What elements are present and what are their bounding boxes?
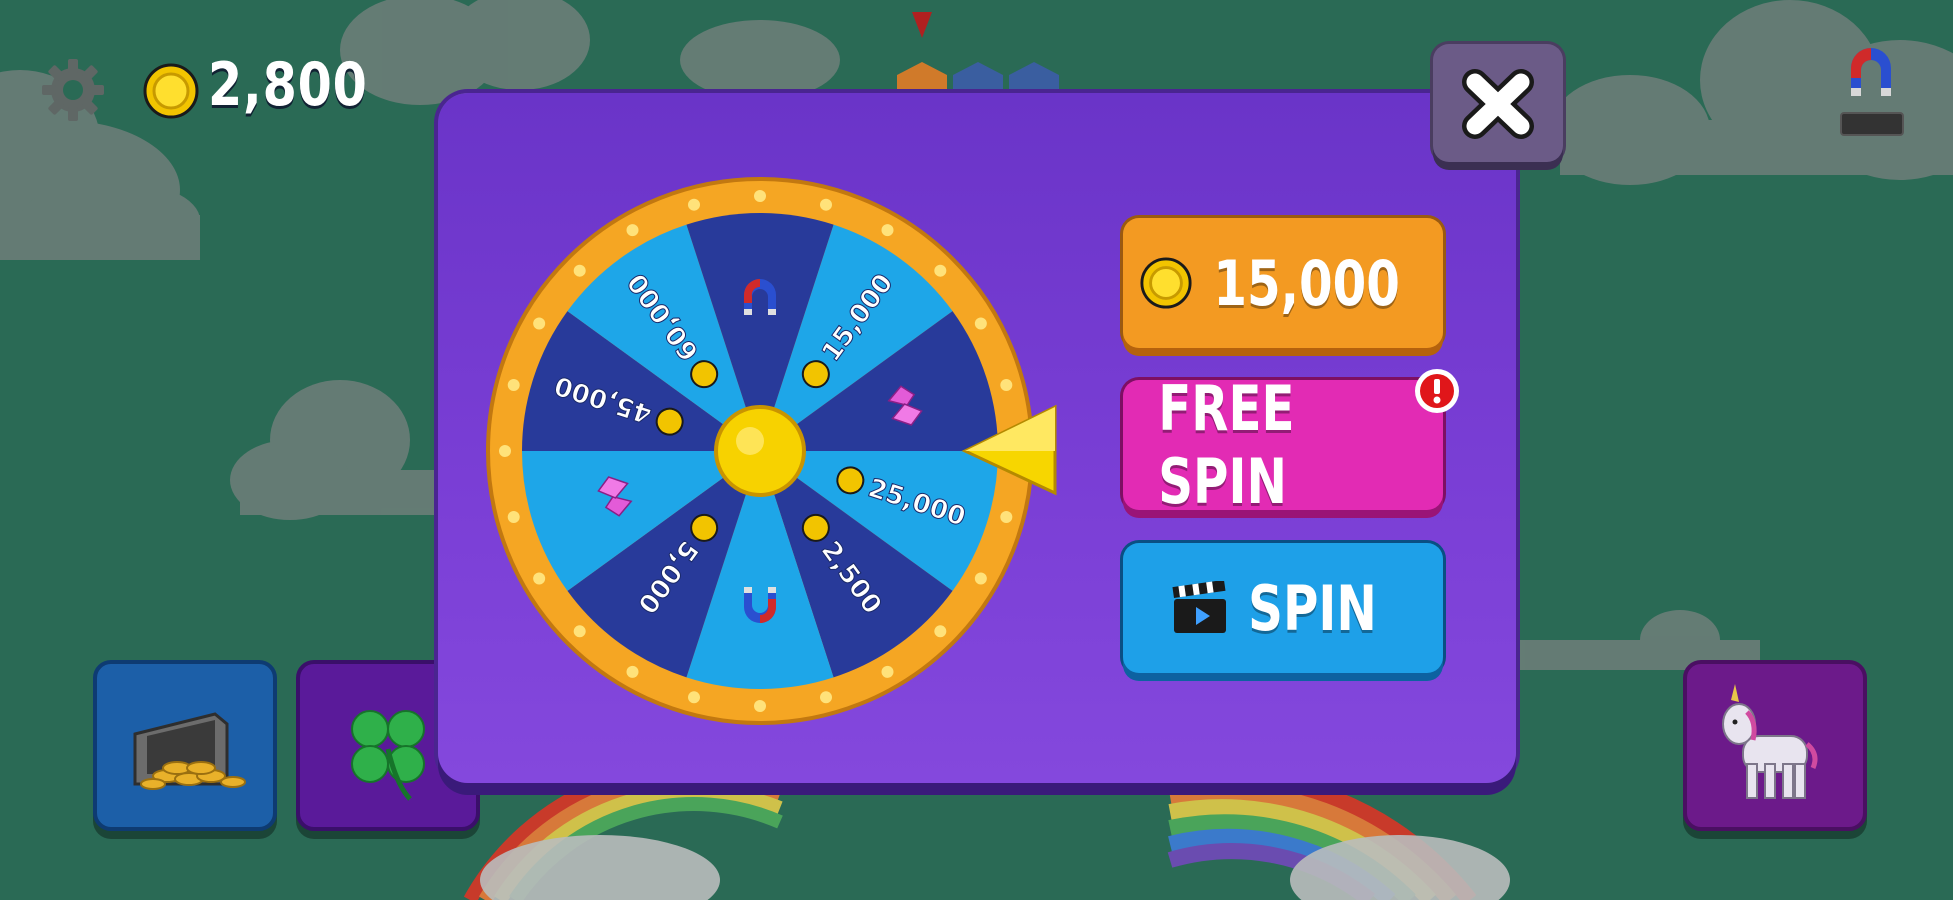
gold-cart-button[interactable] xyxy=(93,660,277,831)
magnet-icon xyxy=(1851,48,1891,96)
unicorn-button[interactable] xyxy=(1683,660,1867,831)
rim-light xyxy=(754,190,766,202)
close-button[interactable] xyxy=(1433,44,1563,162)
cloud xyxy=(340,0,840,105)
rim-light xyxy=(626,665,639,678)
coin-icon xyxy=(1140,257,1192,309)
rim-light xyxy=(1000,510,1013,523)
wheel-hub xyxy=(714,405,806,497)
rim-light xyxy=(819,691,832,704)
buy-spin-button[interactable]: 15,000 xyxy=(1123,218,1443,348)
rim-light xyxy=(499,445,511,457)
rim-light xyxy=(533,317,546,330)
coin-icon xyxy=(143,63,199,119)
ad-spin-button[interactable]: SPIN xyxy=(1123,543,1443,673)
rim-light xyxy=(507,379,520,392)
rim-light xyxy=(974,572,987,585)
rim-light xyxy=(819,198,832,211)
rim-light xyxy=(573,264,586,277)
rim-light xyxy=(626,224,639,237)
prize-wheel: 15,00025,0002,5005,00045,00060,000 xyxy=(486,177,1057,725)
rim-light xyxy=(934,625,947,638)
coin-cart-icon xyxy=(133,712,246,790)
rim-light xyxy=(974,317,987,330)
free-spin-button[interactable]: FREE SPIN xyxy=(1123,372,1443,518)
rim-light xyxy=(881,665,894,678)
cloud xyxy=(230,380,440,520)
ad-spin-label: SPIN xyxy=(1248,571,1378,645)
rim-light xyxy=(533,572,546,585)
free-spin-label: FREE SPIN xyxy=(1158,372,1295,518)
rim-light xyxy=(1000,379,1013,392)
rim-light xyxy=(881,224,894,237)
close-icon xyxy=(1462,69,1534,139)
rim-light xyxy=(507,510,520,523)
rim-light xyxy=(573,625,586,638)
buy-spin-price: 15,000 xyxy=(1213,246,1401,320)
gear-icon xyxy=(42,59,104,121)
settings-button[interactable] xyxy=(38,55,108,125)
rim-light xyxy=(754,700,766,712)
coin-balance: 2,800 xyxy=(208,50,368,120)
rim-light xyxy=(688,198,701,211)
rim-light xyxy=(688,691,701,704)
clapperboard-icon xyxy=(1172,581,1227,633)
hex-tokens xyxy=(897,12,1059,95)
alert-icon xyxy=(1415,369,1459,413)
unicorn-icon xyxy=(1722,684,1818,799)
rim-light xyxy=(934,264,947,277)
magnet-timer-bar xyxy=(1840,112,1904,136)
